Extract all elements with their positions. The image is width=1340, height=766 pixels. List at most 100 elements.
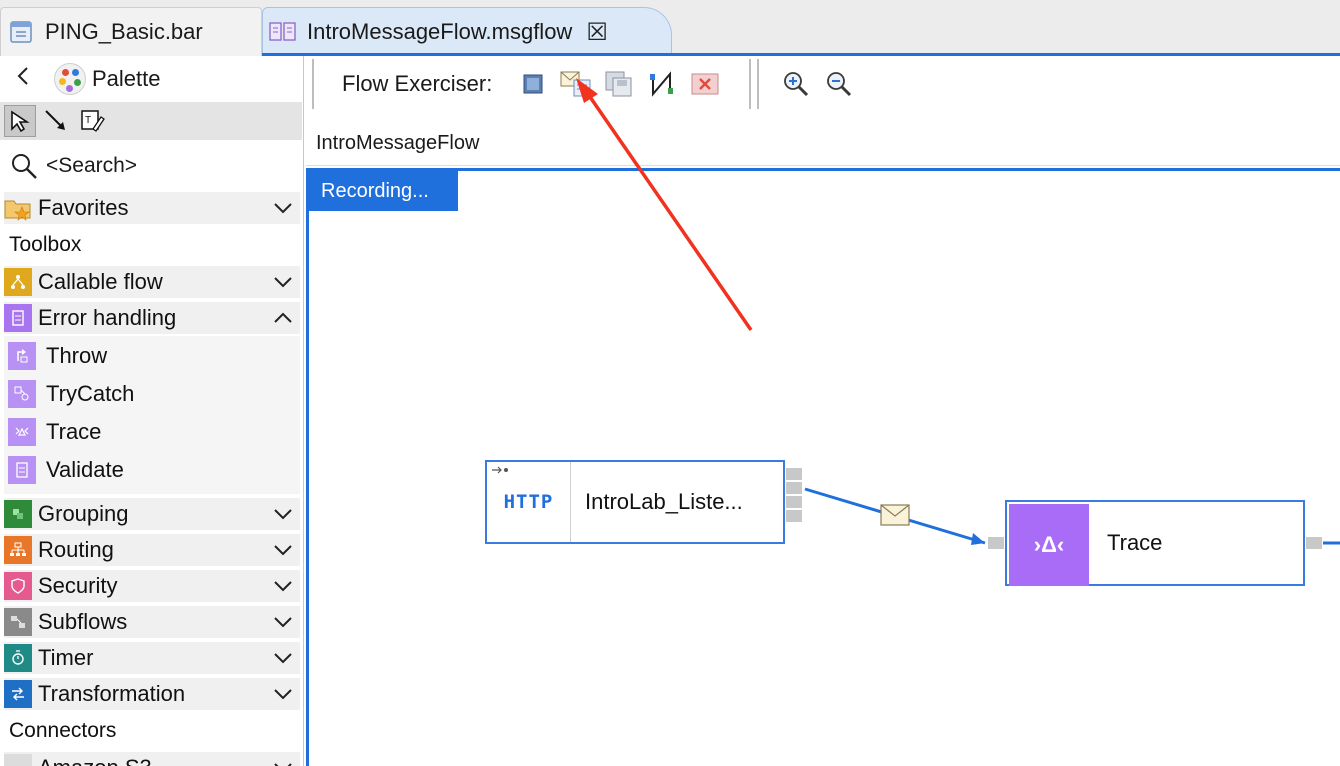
drawer-favorites[interactable]: Favorites (4, 192, 300, 224)
chevron-up-icon (270, 302, 296, 334)
collapse-palette-icon[interactable] (16, 66, 36, 92)
item-label: TryCatch (46, 381, 135, 406)
connection-tool-icon[interactable] (40, 105, 72, 137)
view-path-icon (650, 71, 674, 97)
drawer-amazon-s3[interactable]: aws Amazon S3 (4, 752, 300, 766)
tab-intro-message-flow[interactable]: IntroMessageFlow.msgflow ☒ (262, 7, 672, 56)
zoom-out-icon (827, 72, 852, 97)
trace-terminal-out[interactable] (1306, 537, 1322, 549)
palette-item-trace[interactable]: Trace (4, 413, 300, 451)
record-message-button[interactable] (602, 67, 636, 101)
drawer-routing[interactable]: Routing (4, 534, 300, 566)
trace-node[interactable]: ›Δ‹ Trace (1005, 500, 1305, 586)
throw-node-icon (8, 342, 36, 370)
error-handling-icon (4, 304, 32, 332)
drawer-timer[interactable]: Timer (4, 642, 300, 674)
trace-node-icon: ›Δ‹ (1009, 504, 1089, 586)
stop-icon (691, 73, 719, 95)
send-message-icon (560, 71, 591, 97)
zoom-in-button[interactable] (779, 67, 813, 101)
trace-terminal-in[interactable] (988, 537, 1004, 549)
workbench-window: PING_Basic.bar IntroMessageFlow.msgflow … (0, 0, 1340, 766)
palette-search-input[interactable]: <Search> (0, 144, 302, 188)
palette-panel: Palette T <Search> Favorites Toolbox Cal… (0, 56, 304, 766)
chevron-down-icon (270, 678, 296, 710)
flow-breadcrumb: IntroMessageFlow (306, 122, 1340, 166)
input-marker-icon (491, 464, 511, 478)
timer-icon (4, 644, 32, 672)
grouping-icon (4, 500, 32, 528)
toolbar-grip (749, 59, 752, 109)
toolbox-heading: Toolbox (4, 228, 300, 262)
drawer-callable-flow[interactable]: Callable flow (4, 266, 300, 298)
http-terminal-catch[interactable] (786, 496, 802, 508)
tab-label: IntroMessageFlow.msgflow (307, 19, 573, 44)
drawer-error-handling[interactable]: Error handling (4, 302, 300, 334)
drawer-label: Routing (38, 537, 114, 562)
http-terminal-failure[interactable] (786, 482, 802, 494)
chevron-down-icon (270, 498, 296, 530)
view-path-button[interactable] (645, 67, 679, 101)
trycatch-node-icon (8, 380, 36, 408)
palette-item-validate[interactable]: Validate (4, 451, 300, 489)
subflows-icon (4, 608, 32, 636)
chevron-down-icon (270, 752, 296, 766)
close-tab-icon[interactable]: ☒ (586, 18, 608, 47)
http-node-label: IntroLab_Liste... (585, 489, 743, 514)
message-flow-editor: Flow Exerciser: IntroMessageFlow Recordi… (306, 56, 1340, 766)
search-placeholder: <Search> (46, 154, 138, 177)
drawer-label: Error handling (38, 305, 177, 330)
http-terminal-out[interactable] (786, 468, 802, 480)
chevron-down-icon (270, 192, 296, 224)
toolbar-grip (757, 59, 760, 109)
palette-header: Palette (0, 56, 303, 102)
palette-item-trycatch[interactable]: TryCatch (4, 375, 300, 413)
flow-canvas[interactable]: Recording... HTTP IntroLab_Liste... ›Δ‹ … (306, 168, 1340, 766)
drawer-label: Transformation (38, 681, 186, 706)
zoom-in-icon (784, 72, 809, 97)
message-envelope-icon[interactable] (880, 504, 910, 531)
editor-tab-bar: PING_Basic.bar IntroMessageFlow.msgflow … (0, 0, 1340, 56)
flow-exerciser-toolbar: Flow Exerciser: (306, 56, 1340, 112)
stop-flow-exerciser-button[interactable] (688, 67, 722, 101)
flow-exerciser-start-icon (523, 74, 543, 94)
msgflow-file-icon (269, 18, 297, 46)
chevron-down-icon (270, 266, 296, 298)
chevron-down-icon (270, 606, 296, 638)
note-tool-icon[interactable]: T (76, 105, 108, 137)
palette-title: Palette (92, 66, 161, 91)
bar-file-icon (7, 18, 35, 46)
validate-node-icon (8, 456, 36, 484)
start-flow-exerciser-button[interactable] (516, 67, 550, 101)
item-label: Throw (46, 343, 108, 368)
chevron-down-icon (270, 570, 296, 602)
palette-item-throw[interactable]: Throw (4, 337, 300, 375)
send-message-button[interactable] (559, 67, 593, 101)
tab-ping-basic-bar[interactable]: PING_Basic.bar (0, 7, 262, 56)
toolbar-grip (312, 59, 314, 109)
drawer-label: Callable flow (38, 269, 163, 294)
aws-icon: aws (4, 754, 32, 766)
transformation-icon (4, 680, 32, 708)
palette-tools-bar: T (0, 102, 302, 140)
drawer-grouping[interactable]: Grouping (4, 498, 300, 530)
drawer-label: Subflows (38, 609, 128, 634)
zoom-out-button[interactable] (822, 67, 856, 101)
trace-node-label: Trace (1107, 530, 1163, 555)
drawer-label: Favorites (38, 195, 129, 220)
drawer-transformation[interactable]: Transformation (4, 678, 300, 710)
palette-logo-icon (54, 63, 86, 95)
http-terminal-timeout[interactable] (786, 510, 802, 522)
drawer-security[interactable]: Security (4, 570, 300, 602)
drawer-subflows[interactable]: Subflows (4, 606, 300, 638)
flow-connections (804, 487, 1340, 545)
flow-exerciser-label: Flow Exerciser: (342, 71, 493, 96)
http-input-node[interactable]: HTTP IntroLab_Liste... (485, 460, 785, 544)
favorites-folder-icon (4, 194, 32, 222)
drawer-label: Security (38, 573, 118, 598)
item-label: Validate (46, 457, 124, 482)
item-label: Trace (46, 419, 102, 444)
selection-tool-icon[interactable] (4, 105, 36, 137)
connectors-heading: Connectors (4, 714, 300, 748)
routing-icon (4, 536, 32, 564)
